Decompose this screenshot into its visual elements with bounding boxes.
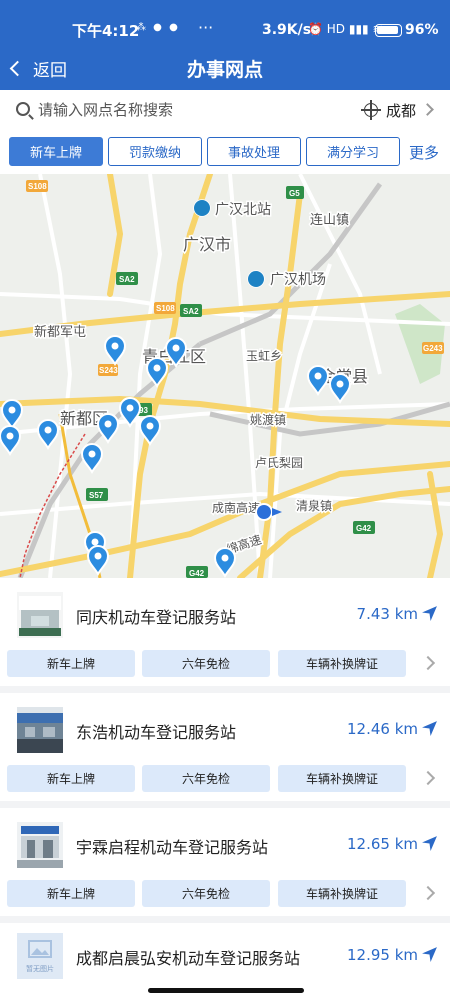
map-label-guanghan-airport: 广汉机场 bbox=[270, 272, 326, 288]
status-time: 下午4:12 bbox=[72, 22, 140, 40]
current-location-marker bbox=[255, 503, 273, 521]
tab-accident[interactable]: 事故处理 bbox=[207, 137, 301, 166]
service-tabs: 新车上牌 罚款缴纳 事故处理 满分学习 更多 bbox=[0, 130, 450, 174]
navigate-icon[interactable] bbox=[421, 835, 438, 852]
map-label-yaodu: 姚渡镇 bbox=[250, 412, 286, 427]
pin-center-dot bbox=[88, 450, 96, 458]
pin-center-dot bbox=[6, 432, 14, 440]
service-tag-six-year-exempt: 六年免检 bbox=[142, 765, 270, 792]
pin-center-dot bbox=[91, 538, 99, 546]
road-badge-s57: S57 bbox=[89, 491, 104, 500]
chevron-right-icon[interactable] bbox=[420, 885, 436, 901]
service-tag-plate-replace: 车辆补换牌证 bbox=[278, 650, 406, 677]
pin-center-dot bbox=[44, 426, 52, 434]
battery-percent: 96% bbox=[405, 22, 439, 38]
pin-center-dot bbox=[314, 372, 322, 380]
road-badge-g5: G5 bbox=[289, 189, 300, 198]
chevron-right-icon[interactable] bbox=[420, 655, 436, 671]
battery-level-fill bbox=[377, 26, 398, 34]
map-label-guanghan-north: 广汉北站 bbox=[215, 202, 271, 218]
home-indicator[interactable] bbox=[148, 988, 304, 993]
tab-fine-payment[interactable]: 罚款缴纳 bbox=[108, 137, 202, 166]
search-bar: 成都 bbox=[0, 90, 450, 130]
service-tag-new-plate: 新车上牌 bbox=[7, 650, 135, 677]
map-label-xindu-juntun: 新都军屯 bbox=[34, 324, 86, 340]
network-speed: 3.9K/s bbox=[262, 22, 312, 38]
notification-icons: ⁂ ● ● bbox=[136, 22, 180, 33]
map-label-lianshan: 连山镇 bbox=[310, 212, 349, 228]
app-header: 下午4:12 ⁂ ● ● ··· 3.9K/s ⏰ HD ▮▮▮ ≋ 96% 返… bbox=[0, 0, 450, 90]
map-canvas: S108 G5 SA2 S108 SA2 S243 G243 93 S57 G4… bbox=[0, 174, 450, 578]
page-title: 办事网点 bbox=[186, 59, 263, 81]
station-card[interactable]: 宇霖启程机动车登记服务站 12.65 km 新车上牌 六年免检 车辆补换牌证 bbox=[0, 808, 450, 916]
pin-center-dot bbox=[111, 342, 119, 350]
map-label-qingquan: 清泉镇 bbox=[296, 499, 332, 513]
service-tag-six-year-exempt: 六年免检 bbox=[142, 880, 270, 907]
more-tabs-button[interactable]: 更多 bbox=[409, 142, 439, 163]
station-distance: 7.43 km bbox=[356, 605, 418, 623]
road-badge-g42: G42 bbox=[356, 524, 372, 533]
navigate-icon[interactable] bbox=[421, 605, 438, 622]
service-tag-plate-replace: 车辆补换牌证 bbox=[278, 880, 406, 907]
map-label-chengnan-expressway: 成南高速 bbox=[212, 500, 260, 515]
station-distance: 12.46 km bbox=[346, 720, 418, 738]
pin-center-dot bbox=[146, 422, 154, 430]
pin-center-dot bbox=[94, 552, 102, 560]
station-distance: 12.65 km bbox=[346, 835, 418, 853]
search-input[interactable] bbox=[38, 98, 338, 122]
station-name: 成都启晨弘安机动车登记服务站 bbox=[76, 949, 301, 968]
navigate-icon[interactable] bbox=[421, 720, 438, 737]
navigate-icon[interactable] bbox=[421, 946, 438, 963]
map-label-yuhongxiang: 玉虹乡 bbox=[246, 349, 282, 363]
pin-center-dot bbox=[336, 380, 344, 388]
service-tag-plate-replace: 车辆补换牌证 bbox=[278, 765, 406, 792]
service-tag-new-plate: 新车上牌 bbox=[7, 765, 135, 792]
station-name: 宇霖启程机动车登记服务站 bbox=[76, 838, 269, 857]
no-image-text: 暂无图片 bbox=[26, 964, 54, 973]
road-badge-sa2-b: SA2 bbox=[183, 307, 199, 316]
status-bar: 下午4:12 ⁂ ● ● ··· 3.9K/s ⏰ HD ▮▮▮ ≋ 96% bbox=[0, 0, 450, 40]
no-image-placeholder: 暂无图片 bbox=[17, 933, 63, 979]
station-distance: 12.95 km bbox=[346, 946, 418, 964]
station-photo bbox=[17, 592, 63, 638]
map-label-lushi: 卢氏梨园 bbox=[255, 455, 303, 470]
station-list: 同庆机动车登记服务站 7.43 km 新车上牌 六年免检 车辆补换牌证 东浩机动… bbox=[0, 578, 450, 1000]
status-icons: ⏰ HD ▮▮▮ ≋ bbox=[308, 22, 383, 36]
nav-bar: 返回 办事网点 bbox=[0, 46, 450, 90]
station-photo bbox=[17, 822, 63, 868]
station-card[interactable]: 同庆机动车登记服务站 7.43 km 新车上牌 六年免检 车辆补换牌证 bbox=[0, 578, 450, 686]
more-notifications-icon: ··· bbox=[198, 18, 214, 37]
pin-center-dot bbox=[153, 364, 161, 372]
chevron-right-icon[interactable] bbox=[420, 770, 436, 786]
station-name: 同庆机动车登记服务站 bbox=[76, 608, 237, 627]
battery-icon bbox=[375, 24, 402, 37]
chevron-right-icon[interactable] bbox=[421, 103, 434, 116]
road-badge-sa2-a: SA2 bbox=[119, 275, 135, 284]
road-badge-s108b: S108 bbox=[156, 304, 175, 313]
city-selector[interactable]: 成都 bbox=[386, 100, 416, 121]
pin-center-dot bbox=[8, 406, 16, 414]
road-badge-s243: S243 bbox=[99, 366, 118, 375]
road-badge-s108: S108 bbox=[28, 182, 47, 191]
map-label-guanghan-city: 广汉市 bbox=[183, 235, 231, 254]
pin-center-dot bbox=[104, 420, 112, 428]
map-view[interactable]: S108 G5 SA2 S108 SA2 S243 G243 93 S57 G4… bbox=[0, 174, 450, 578]
station-name: 东浩机动车登记服务站 bbox=[76, 723, 237, 742]
road-badge-g42b: G42 bbox=[189, 569, 205, 578]
station-card[interactable]: 东浩机动车登记服务站 12.46 km 新车上牌 六年免检 车辆补换牌证 bbox=[0, 693, 450, 801]
tab-full-score-study[interactable]: 满分学习 bbox=[306, 137, 400, 166]
station-photo bbox=[17, 707, 63, 753]
pin-center-dot bbox=[172, 344, 180, 352]
service-tag-six-year-exempt: 六年免检 bbox=[142, 650, 270, 677]
service-tag-new-plate: 新车上牌 bbox=[7, 880, 135, 907]
pin-center-dot bbox=[221, 554, 229, 562]
locate-icon[interactable] bbox=[361, 100, 381, 120]
pin-center-dot bbox=[126, 404, 134, 412]
search-icon bbox=[16, 102, 30, 116]
road-badge-g243: G243 bbox=[423, 344, 443, 353]
tab-new-car-plate[interactable]: 新车上牌 bbox=[9, 137, 103, 166]
